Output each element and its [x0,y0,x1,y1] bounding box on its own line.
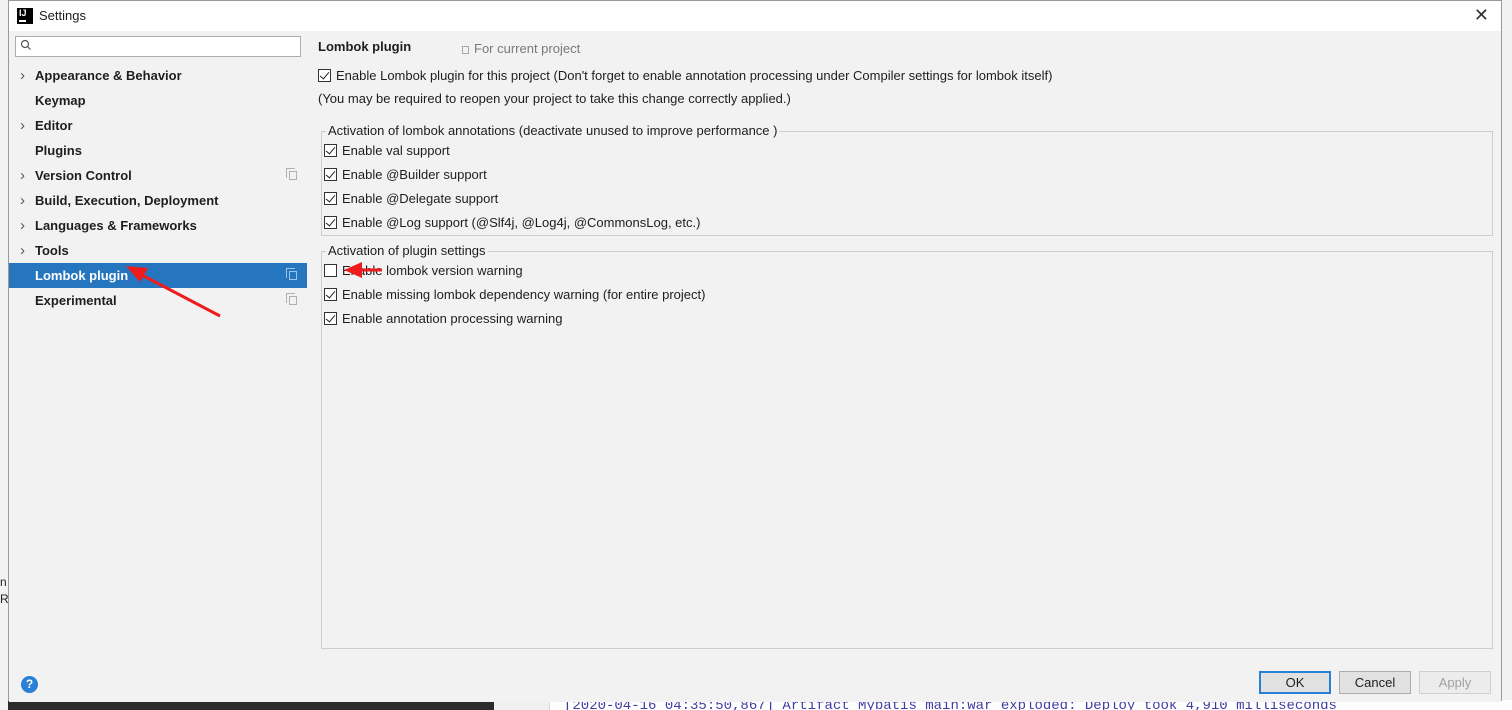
project-scope-icon [286,293,297,305]
checkbox[interactable] [324,312,337,325]
sidebar-item-languages-frameworks[interactable]: › Languages & Frameworks [9,213,307,238]
chevron-right-icon[interactable]: › [20,188,25,213]
annotations-group: Activation of lombok annotations (deacti… [321,123,1493,236]
option-label: Enable missing lombok dependency warning… [342,287,706,302]
option-enable-delegate-support[interactable]: Enable @Delegate support [324,189,498,209]
settings-tree: › Appearance & Behavior Keymap › Editor Plugi… [9,63,307,313]
enable-lombok-plugin-label: Enable Lombok plugin for this project (D… [336,68,1053,83]
search-icon [20,39,32,54]
project-scope-icon [286,268,297,280]
option-enable-val-support[interactable]: Enable val support [324,141,450,161]
option-label: Enable annotation processing warning [342,311,563,326]
sidebar-item-label: Appearance & Behavior [35,68,182,83]
title-bar: IJ Settings ✕ [9,1,1501,31]
sidebar-item-editor[interactable]: › Editor [9,113,307,138]
settings-dialog: IJ Settings ✕ › Appearance & Behavior Keym… [8,0,1502,702]
chevron-right-icon[interactable]: › [20,238,25,263]
sidebar-item-keymap[interactable]: Keymap [9,88,307,113]
sidebar-item-label: Editor [35,118,73,133]
chevron-right-icon[interactable]: › [20,163,25,188]
sidebar-item-label: Tools [35,243,69,258]
option-enable-log-support-slf4j-log4j-commonslog-etc[interactable]: Enable @Log support (@Slf4j, @Log4j, @Co… [324,213,700,233]
dialog-footer: ? OK Cancel Apply [9,661,1501,702]
help-button[interactable]: ? [21,676,38,693]
background-ide-right-edge [1502,0,1512,710]
option-enable-builder-support[interactable]: Enable @Builder support [324,165,487,185]
settings-content-panel: Lombok plugin For current project Enable… [307,31,1501,661]
sidebar-item-label: Lombok plugin [35,268,129,283]
sidebar-item-label: Build, Execution, Deployment [35,193,219,208]
option-label: Enable val support [342,143,450,158]
cancel-button[interactable]: Cancel [1339,671,1411,694]
chevron-right-icon[interactable]: › [20,63,25,88]
project-scope-icon [286,168,297,180]
sidebar-item-label: Version Control [35,168,132,183]
sidebar-item-appearance-behavior[interactable]: › Appearance & Behavior [9,63,307,88]
plugin-settings-group: Activation of plugin settings Enable lom… [321,243,1493,649]
settings-sidebar: › Appearance & Behavior Keymap › Editor Plugi… [9,31,307,661]
search-input[interactable] [15,36,301,57]
option-label: Enable @Builder support [342,167,487,182]
apply-button[interactable]: Apply [1419,671,1491,694]
option-enable-annotation-processing-warning[interactable]: Enable annotation processing warning [324,309,562,329]
chevron-right-icon[interactable]: › [20,113,25,138]
ok-button[interactable]: OK [1259,671,1331,694]
option-enable-lombok-version-warning[interactable]: Enable lombok version warning [324,261,523,281]
checkbox[interactable] [324,216,337,229]
project-scope-icon [462,46,469,54]
annotations-group-title: Activation of lombok annotations (deacti… [326,123,780,139]
option-label: Enable @Log support (@Slf4j, @Log4j, @Co… [342,215,701,230]
sidebar-item-label: Languages & Frameworks [35,218,197,233]
sidebar-item-version-control[interactable]: › Version Control [9,163,307,188]
checkbox[interactable] [324,168,337,181]
sidebar-item-experimental[interactable]: Experimental [9,288,307,313]
option-label: Enable @Delegate support [342,191,499,206]
chevron-right-icon[interactable]: › [20,213,25,238]
sidebar-item-lombok-plugin[interactable]: Lombok plugin [9,263,307,288]
option-label: Enable lombok version warning [342,263,523,278]
sidebar-item-label: Plugins [35,143,82,158]
close-button[interactable]: ✕ [1474,5,1489,26]
sidebar-item-plugins[interactable]: Plugins [9,138,307,163]
background-ide-left-edge: n R [0,0,8,710]
intellij-logo-icon: IJ [17,8,33,24]
checkbox[interactable] [324,264,337,277]
sidebar-item-tools[interactable]: › Tools [9,238,307,263]
checkbox[interactable] [324,192,337,205]
option-enable-missing-lombok-dependency-warning-for-entire-project[interactable]: Enable missing lombok dependency warning… [324,285,705,305]
plugin-settings-group-title: Activation of plugin settings [326,243,488,259]
scope-label: For current project [462,41,580,56]
page-title: Lombok plugin [318,39,412,54]
enable-lombok-plugin-option[interactable]: Enable Lombok plugin for this project (D… [318,66,1052,86]
sidebar-item-label: Keymap [35,93,86,108]
window-title: Settings [39,8,86,23]
sidebar-item-label: Experimental [35,293,117,308]
enable-lombok-plugin-checkbox[interactable] [318,69,331,82]
sidebar-item-build-execution-deployment[interactable]: › Build, Execution, Deployment [9,188,307,213]
checkbox[interactable] [324,288,337,301]
reopen-note: (You may be required to reopen your proj… [318,91,791,106]
checkbox[interactable] [324,144,337,157]
